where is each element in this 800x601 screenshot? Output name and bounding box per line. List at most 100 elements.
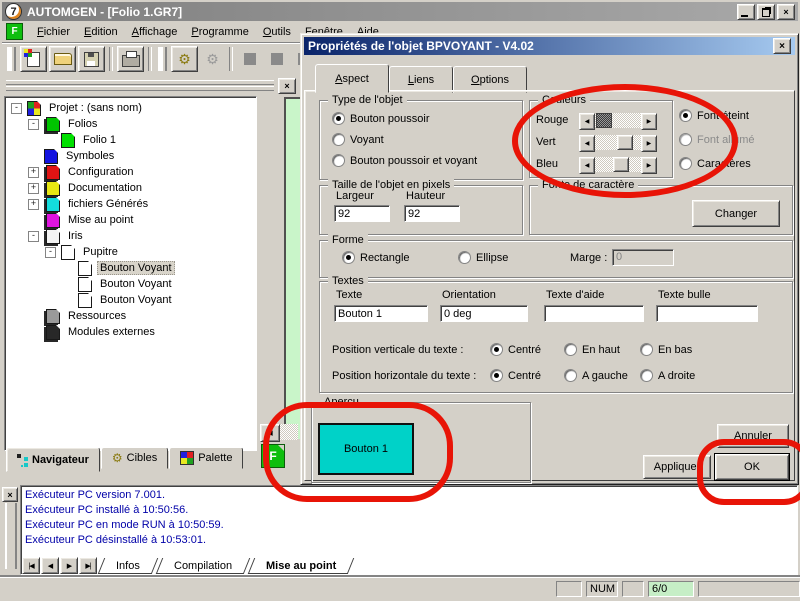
log-grip[interactable] xyxy=(5,503,17,569)
slider-left-arrow-icon[interactable]: ◀ xyxy=(579,113,595,130)
slider-right-arrow-icon[interactable]: ▶ xyxy=(641,135,657,152)
print-button[interactable] xyxy=(117,46,144,72)
close-button[interactable]: × xyxy=(777,4,795,20)
type-voyant[interactable]: Voyant xyxy=(332,133,384,146)
slider-left-arrow-icon[interactable]: ◀ xyxy=(579,135,595,152)
tab-cibles[interactable]: ⚙Cibles xyxy=(101,447,168,469)
open-file-button[interactable] xyxy=(49,46,76,72)
folio-scrollbar-track[interactable] xyxy=(280,424,298,440)
tree-expander-icon[interactable]: - xyxy=(28,119,39,130)
file-page-icon: F xyxy=(6,23,23,40)
horizontal-a-droite[interactable]: A droite xyxy=(640,369,695,382)
gears-button[interactable]: ⚙ xyxy=(171,46,198,72)
tree-item-ressources[interactable]: Ressources xyxy=(7,308,256,324)
menu-fichier[interactable]: Fichier xyxy=(30,24,77,40)
log-nav-icon[interactable]: ▶| xyxy=(79,557,97,574)
vertical-en-bas[interactable]: En bas xyxy=(640,343,692,356)
log-nav-icon[interactable]: ▶ xyxy=(60,557,78,574)
log-nav-icon[interactable]: |◀ xyxy=(22,557,40,574)
toolbar-grip[interactable] xyxy=(7,47,16,71)
tree-expander-icon[interactable]: - xyxy=(11,103,22,114)
folio-scroll-left-icon[interactable]: ◀ xyxy=(260,424,280,442)
tree-item-folios[interactable]: -Folios xyxy=(7,116,256,132)
tree-item-bouton-voyant[interactable]: Bouton Voyant xyxy=(7,276,256,292)
tree-item-symboles[interactable]: Symboles xyxy=(7,148,256,164)
horizontal-centr[interactable]: Centré xyxy=(490,369,541,382)
type-bouton-poussoir-et-voyant[interactable]: Bouton poussoir et voyant xyxy=(332,154,477,167)
tree-item-bouton-voyant[interactable]: Bouton Voyant xyxy=(7,260,256,276)
tree-item-fichiers-g-n-r-s[interactable]: +fichiers Générés xyxy=(7,196,256,212)
field-texte-d-aide[interactable] xyxy=(544,305,644,322)
log-tab-mise-au-point[interactable]: Mise au point xyxy=(248,558,355,574)
change-font-button[interactable]: Changer xyxy=(692,200,780,227)
horizontal-a-gauche[interactable]: A gauche xyxy=(564,369,628,382)
shape-rectangle[interactable]: Rectangle xyxy=(342,251,410,264)
tree-item-modules-externes[interactable]: Modules externes xyxy=(7,324,256,340)
width-field[interactable] xyxy=(334,205,390,222)
tree-item-folio-1[interactable]: Folio 1 xyxy=(7,132,256,148)
minimize-button[interactable] xyxy=(737,4,755,20)
height-field[interactable] xyxy=(404,205,460,222)
menu-edition[interactable]: Edition xyxy=(77,24,125,40)
field-orientation[interactable] xyxy=(440,305,528,322)
tab-navigateur[interactable]: Navigateur xyxy=(6,447,100,472)
menu-programme[interactable]: Programme xyxy=(184,24,255,40)
shape-ellipse[interactable]: Ellipse xyxy=(458,251,508,264)
type-bouton-poussoir[interactable]: Bouton poussoir xyxy=(332,112,430,125)
tree-expander-icon[interactable]: + xyxy=(28,167,39,178)
tree-expander-icon[interactable]: + xyxy=(28,199,39,210)
window-title: AUTOMGEN - [Folio 1.GR7] xyxy=(27,5,737,19)
tab-palette[interactable]: Palette xyxy=(169,447,243,469)
slider-track[interactable] xyxy=(595,113,641,128)
slider-thumb[interactable] xyxy=(596,113,612,128)
dialog-tab-options[interactable]: Options xyxy=(453,66,527,93)
font-state-font-teint[interactable]: Font éteint xyxy=(679,109,749,122)
ok-button[interactable]: OK xyxy=(715,454,789,480)
rouge-slider[interactable]: ◀▶ xyxy=(579,113,657,128)
tree-item-pupitre[interactable]: -Pupitre xyxy=(7,244,256,260)
slider-right-arrow-icon[interactable]: ▶ xyxy=(641,113,657,130)
tree-expander-icon[interactable]: + xyxy=(28,183,39,194)
slider-right-arrow-icon[interactable]: ▶ xyxy=(641,157,657,174)
grip-line[interactable] xyxy=(6,80,274,85)
font-state-caract-res[interactable]: Caractères xyxy=(679,157,751,170)
slider-track[interactable] xyxy=(595,135,641,150)
tree-item-configuration[interactable]: +Configuration xyxy=(7,164,256,180)
dialog-close-icon[interactable]: × xyxy=(773,38,791,54)
panel-close-button[interactable]: × xyxy=(278,78,296,94)
slider-thumb[interactable] xyxy=(613,157,629,172)
tree-item-projet-sans-nom[interactable]: -Projet : (sans nom) xyxy=(7,100,256,116)
save-button[interactable] xyxy=(78,46,105,72)
vertical-centr[interactable]: Centré xyxy=(490,343,541,356)
field-texte[interactable] xyxy=(334,305,428,322)
restore-button[interactable] xyxy=(757,4,775,20)
menu-outils[interactable]: Outils xyxy=(256,24,298,40)
log-nav-icon[interactable]: ◀ xyxy=(41,557,59,574)
tree-expander-icon[interactable]: - xyxy=(28,231,39,242)
tree-item-bouton-voyant[interactable]: Bouton Voyant xyxy=(7,292,256,308)
field-texte-bulle[interactable] xyxy=(656,305,758,322)
tree-expander-icon[interactable]: - xyxy=(45,247,56,258)
new-file-button[interactable] xyxy=(20,46,47,72)
log-tab-infos[interactable]: Infos xyxy=(98,558,158,574)
log-tab-compilation[interactable]: Compilation xyxy=(156,558,251,574)
folio-canvas[interactable] xyxy=(284,97,300,439)
tree-item-documentation[interactable]: +Documentation xyxy=(7,180,256,196)
slider-track[interactable] xyxy=(595,157,641,172)
bleu-slider[interactable]: ◀▶ xyxy=(579,157,657,172)
log-close-button[interactable]: × xyxy=(2,487,18,502)
toolbar-grip[interactable] xyxy=(158,47,167,71)
tree-item-iris[interactable]: -Iris xyxy=(7,228,256,244)
vert-slider[interactable]: ◀▶ xyxy=(579,135,657,150)
apply-button[interactable]: Appliquer xyxy=(643,455,711,479)
slider-thumb[interactable] xyxy=(617,135,633,150)
preview-button[interactable]: Bouton 1 xyxy=(318,423,414,475)
vertical-en-haut[interactable]: En haut xyxy=(564,343,620,356)
dialog-tab-liens[interactable]: Liens xyxy=(389,66,453,93)
dialog-tab-aspect[interactable]: Aspect xyxy=(315,64,389,93)
slider-left-arrow-icon[interactable]: ◀ xyxy=(579,157,595,174)
grip-line[interactable] xyxy=(6,86,274,91)
cancel-button[interactable]: Annuler xyxy=(717,424,789,448)
menu-affichage[interactable]: Affichage xyxy=(125,24,185,40)
tree-item-mise-au-point[interactable]: Mise au point xyxy=(7,212,256,228)
